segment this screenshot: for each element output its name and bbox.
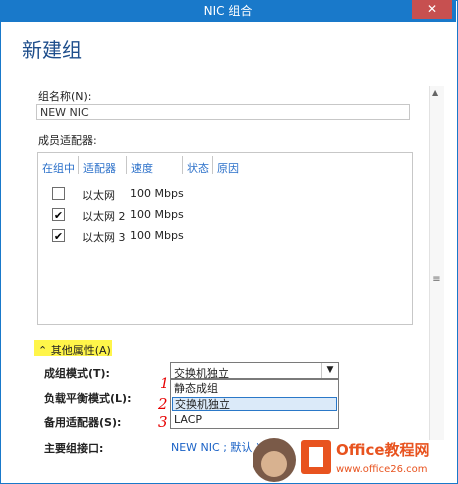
scroll-grip-icon[interactable]: ≡ <box>430 274 443 286</box>
adapter-speed: 100 Mbps <box>130 187 184 200</box>
close-icon: ✕ <box>426 2 438 16</box>
adapter-checkbox[interactable] <box>52 187 65 200</box>
adapter-name: 以太网 2 <box>82 210 126 223</box>
adapter-checkbox[interactable]: ✔ <box>52 208 65 222</box>
column-divider <box>126 156 127 174</box>
column-divider <box>78 156 79 174</box>
watermark-url: www.office26.com <box>336 464 428 475</box>
page-title: 新建组 <box>22 38 82 62</box>
primary-interface-link[interactable]: NEW NIC ; 默认 ) <box>171 439 260 455</box>
close-button[interactable]: ✕ <box>412 0 452 19</box>
primary-interface-label: 主要组接口: <box>44 442 104 455</box>
window-title: NIC 组合 <box>203 4 253 18</box>
teaming-mode-label: 成组模式(T): <box>44 367 110 380</box>
annotation-number: 2 <box>158 395 168 413</box>
vertical-scrollbar[interactable] <box>429 86 444 440</box>
team-name-input[interactable] <box>36 104 410 120</box>
chevron-down-icon[interactable]: ▼ <box>321 363 338 378</box>
adapter-name: 以太网 <box>82 189 115 202</box>
column-header-speed[interactable]: 速度 <box>131 160 153 176</box>
additional-properties-toggle[interactable]: ⌃ 其他属性(A) <box>38 342 111 358</box>
load-balancing-label: 负载平衡模式(L): <box>44 392 132 405</box>
standby-adapter-label: 备用适配器(S): <box>44 416 122 429</box>
members-label: 成员适配器: <box>38 134 97 147</box>
office-logo-inner <box>309 447 323 467</box>
annotation-number: 3 <box>158 413 168 431</box>
adapter-checkbox[interactable]: ✔ <box>52 229 65 243</box>
watermark-logo: Office教程网 www.office26.com <box>253 438 430 482</box>
column-header-in-team[interactable]: 在组中 <box>42 160 75 176</box>
teaming-mode-dropdown: 静态成组 交换机独立 LACP <box>170 379 339 429</box>
scroll-up-icon[interactable]: ▲ <box>432 88 438 97</box>
avatar-face <box>261 451 287 477</box>
team-name-label: 组名称(N): <box>38 90 92 103</box>
option-lacp[interactable]: LACP <box>174 413 335 427</box>
column-header-status[interactable]: 状态 <box>187 160 209 176</box>
option-switch-independent[interactable]: 交换机独立 <box>172 397 337 411</box>
column-header-adapter[interactable]: 适配器 <box>83 160 116 176</box>
adapter-speed: 100 Mbps <box>130 208 184 221</box>
column-divider <box>182 156 183 174</box>
annotation-number: 1 <box>160 376 169 392</box>
title-bar: NIC 组合 <box>0 0 456 22</box>
adapter-name: 以太网 3 <box>82 231 126 244</box>
option-static-teaming[interactable]: 静态成组 <box>174 382 335 396</box>
adapter-speed: 100 Mbps <box>130 229 184 242</box>
watermark-brand: Office教程网 <box>336 441 430 459</box>
toggle-label: 其他属性(A) <box>50 344 111 357</box>
column-divider <box>212 156 213 174</box>
column-header-reason[interactable]: 原因 <box>217 160 239 176</box>
teaming-mode-select[interactable]: 交换机独立 ▼ <box>170 362 339 380</box>
chevron-up-icon: ⌃ <box>38 344 48 357</box>
checkmark-icon: ✔ <box>53 209 64 222</box>
checkmark-icon: ✔ <box>53 230 64 243</box>
